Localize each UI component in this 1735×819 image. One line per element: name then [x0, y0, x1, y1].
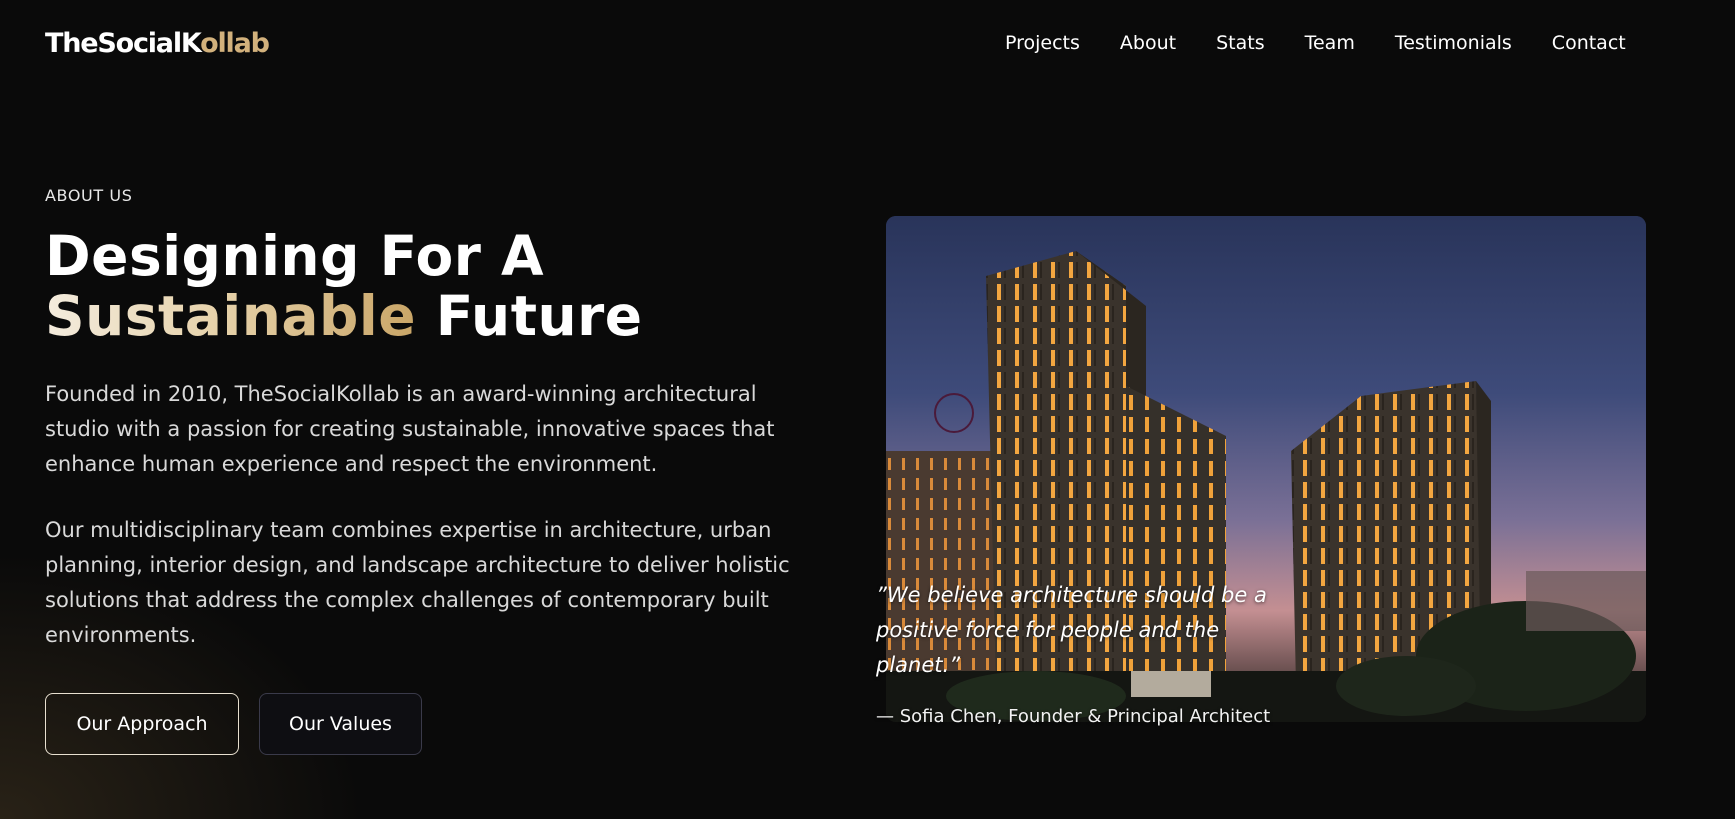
- nav-item-about[interactable]: About: [1120, 30, 1176, 56]
- nav-item-projects[interactable]: Projects: [1005, 30, 1080, 56]
- about-page: TheSocialKollab Projects About Stats Tea…: [0, 0, 1735, 819]
- nav-item-contact[interactable]: Contact: [1552, 30, 1626, 56]
- nav-item-testimonials[interactable]: Testimonials: [1395, 30, 1512, 56]
- headline-end-word: Future: [435, 284, 643, 348]
- logo-text-primary: TheSocialK: [45, 28, 201, 59]
- about-paragraph-2: Our multidisciplinary team combines expe…: [45, 518, 790, 647]
- logo-text-accent: ollab: [200, 28, 270, 59]
- site-logo[interactable]: TheSocialKollab: [45, 28, 270, 60]
- about-paragraph-1: Founded in 2010, TheSocialKollab is an a…: [45, 382, 775, 476]
- cursor-indicator: [934, 393, 974, 433]
- founder-quote: ”We believe architecture should be a pos…: [876, 583, 1267, 677]
- nav-item-team[interactable]: Team: [1305, 30, 1355, 56]
- main-nav: Projects About Stats Team Testimonials C…: [1005, 30, 1626, 56]
- quote-author: — Sofia Chen, Founder & Principal Archit…: [876, 706, 1271, 727]
- our-approach-button[interactable]: Our Approach: [45, 693, 239, 755]
- nav-item-stats[interactable]: Stats: [1216, 30, 1265, 56]
- headline-accent-word: Sustainable: [45, 284, 417, 348]
- section-eyebrow: ABOUT US: [45, 186, 133, 205]
- section-headline: Designing For A Sustainable Future: [45, 226, 643, 346]
- our-values-button[interactable]: Our Values: [259, 693, 422, 755]
- headline-line1: Designing For A: [45, 224, 545, 288]
